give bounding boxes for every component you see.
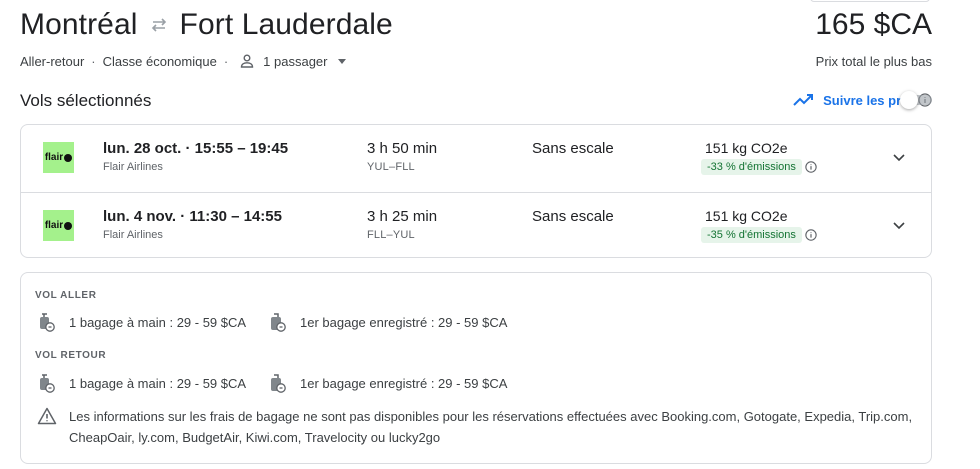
outbound-checked-bag: 1er bagage enregistré : 29 - 59 $CA: [268, 311, 507, 333]
logo-dot: [64, 221, 73, 230]
price-label: Prix total le plus bas: [815, 54, 932, 69]
flight-row-return[interactable]: flair lun. 4 nov. · 11:30 – 14:55 Flair …: [21, 192, 931, 258]
logo-dot: [64, 153, 73, 162]
checked-bag-icon: [268, 372, 286, 394]
baggage-notice: Les informations sur les frais de bagage…: [37, 406, 919, 448]
co2-value: 151 kg CO2e: [705, 140, 788, 156]
co2-value: 151 kg CO2e: [705, 208, 788, 224]
passenger-selector[interactable]: 1 passager: [263, 54, 327, 69]
separator-dot: ·: [223, 53, 229, 69]
airline-name: Flair Airlines: [103, 229, 163, 241]
flight-duration: 3 h 25 min: [367, 208, 438, 225]
carry-on-bag-icon: [37, 311, 55, 333]
flight-row-outbound[interactable]: flair lun. 28 oct. · 15:55 – 19:45 Flair…: [21, 125, 931, 191]
checked-bag-icon: [268, 311, 286, 333]
track-prices-toggle[interactable]: [900, 91, 932, 109]
carry-on-text: 1 bagage à main : 29 - 59 $CA: [69, 375, 247, 391]
flight-times: lun. 28 oct. · 15:55 – 19:45: [103, 140, 289, 157]
return-carry-on: 1 bagage à main : 29 - 59 $CA: [37, 372, 246, 394]
trip-type: Aller-retour: [20, 53, 85, 69]
baggage-info-panel: VOL ALLER 1 bagage à main : 29 - 59 $CA …: [20, 272, 932, 464]
carry-on-text: 1 bagage à main : 29 - 59 $CA: [69, 314, 247, 330]
flight-stops: Sans escale: [532, 208, 614, 225]
top-clipped-control: [810, 0, 930, 2]
airport-codes: YUL–FLL: [367, 161, 415, 173]
return-section-title: VOL RETOUR: [35, 350, 107, 361]
origin-city: Montréal: [20, 8, 138, 41]
checked-bag-text: 1er bagage enregistré : 29 - 59 $CA: [300, 314, 508, 330]
trip-meta: Aller-retour · Classe économique · 1 pas…: [20, 53, 346, 69]
airport-codes: FLL–YUL: [367, 229, 415, 241]
info-icon[interactable]: [805, 229, 817, 241]
track-prices-label[interactable]: Suivre les prix: [823, 93, 912, 108]
route-title: Montréal Fort Lauderdale: [20, 8, 393, 42]
flight-stops: Sans escale: [532, 140, 614, 157]
warning-icon: [37, 406, 57, 426]
person-icon: [239, 53, 255, 69]
swap-horiz-icon: [146, 10, 172, 40]
carry-on-bag-icon: [37, 372, 55, 394]
selected-flights-title: Vols sélectionnés: [20, 91, 152, 110]
baggage-notice-text: Les informations sur les frais de bagage…: [69, 409, 913, 445]
airline-logo-text: flair: [44, 152, 64, 163]
flight-duration: 3 h 50 min: [367, 140, 438, 157]
chevron-down-icon[interactable]: [891, 217, 907, 233]
destination-city: Fort Lauderdale: [179, 8, 393, 41]
emissions-badge: -35 % d'émissions: [701, 227, 802, 243]
separator-dot: ·: [91, 53, 96, 69]
info-icon[interactable]: [805, 161, 817, 173]
chevron-down-icon[interactable]: [337, 58, 346, 64]
flight-times: lun. 4 nov. · 11:30 – 14:55: [103, 208, 282, 225]
emissions-badge: -33 % d'émissions: [701, 159, 802, 175]
airline-name: Flair Airlines: [103, 161, 163, 173]
trending-up-icon: [793, 92, 815, 108]
airline-logo: flair: [43, 142, 74, 173]
total-price: 165 $CA: [815, 8, 932, 41]
airline-logo: flair: [43, 210, 74, 241]
return-checked-bag: 1er bagage enregistré : 29 - 59 $CA: [268, 372, 507, 394]
chevron-down-icon[interactable]: [891, 149, 907, 165]
outbound-carry-on: 1 bagage à main : 29 - 59 $CA: [37, 311, 246, 333]
airline-logo-text: flair: [44, 220, 64, 231]
outbound-section-title: VOL ALLER: [35, 290, 97, 301]
selected-flights-list: flair lun. 28 oct. · 15:55 – 19:45 Flair…: [20, 124, 932, 258]
cabin-class: Classe économique: [102, 53, 217, 69]
checked-bag-text: 1er bagage enregistré : 29 - 59 $CA: [300, 375, 508, 391]
toggle-knob: [900, 91, 918, 109]
